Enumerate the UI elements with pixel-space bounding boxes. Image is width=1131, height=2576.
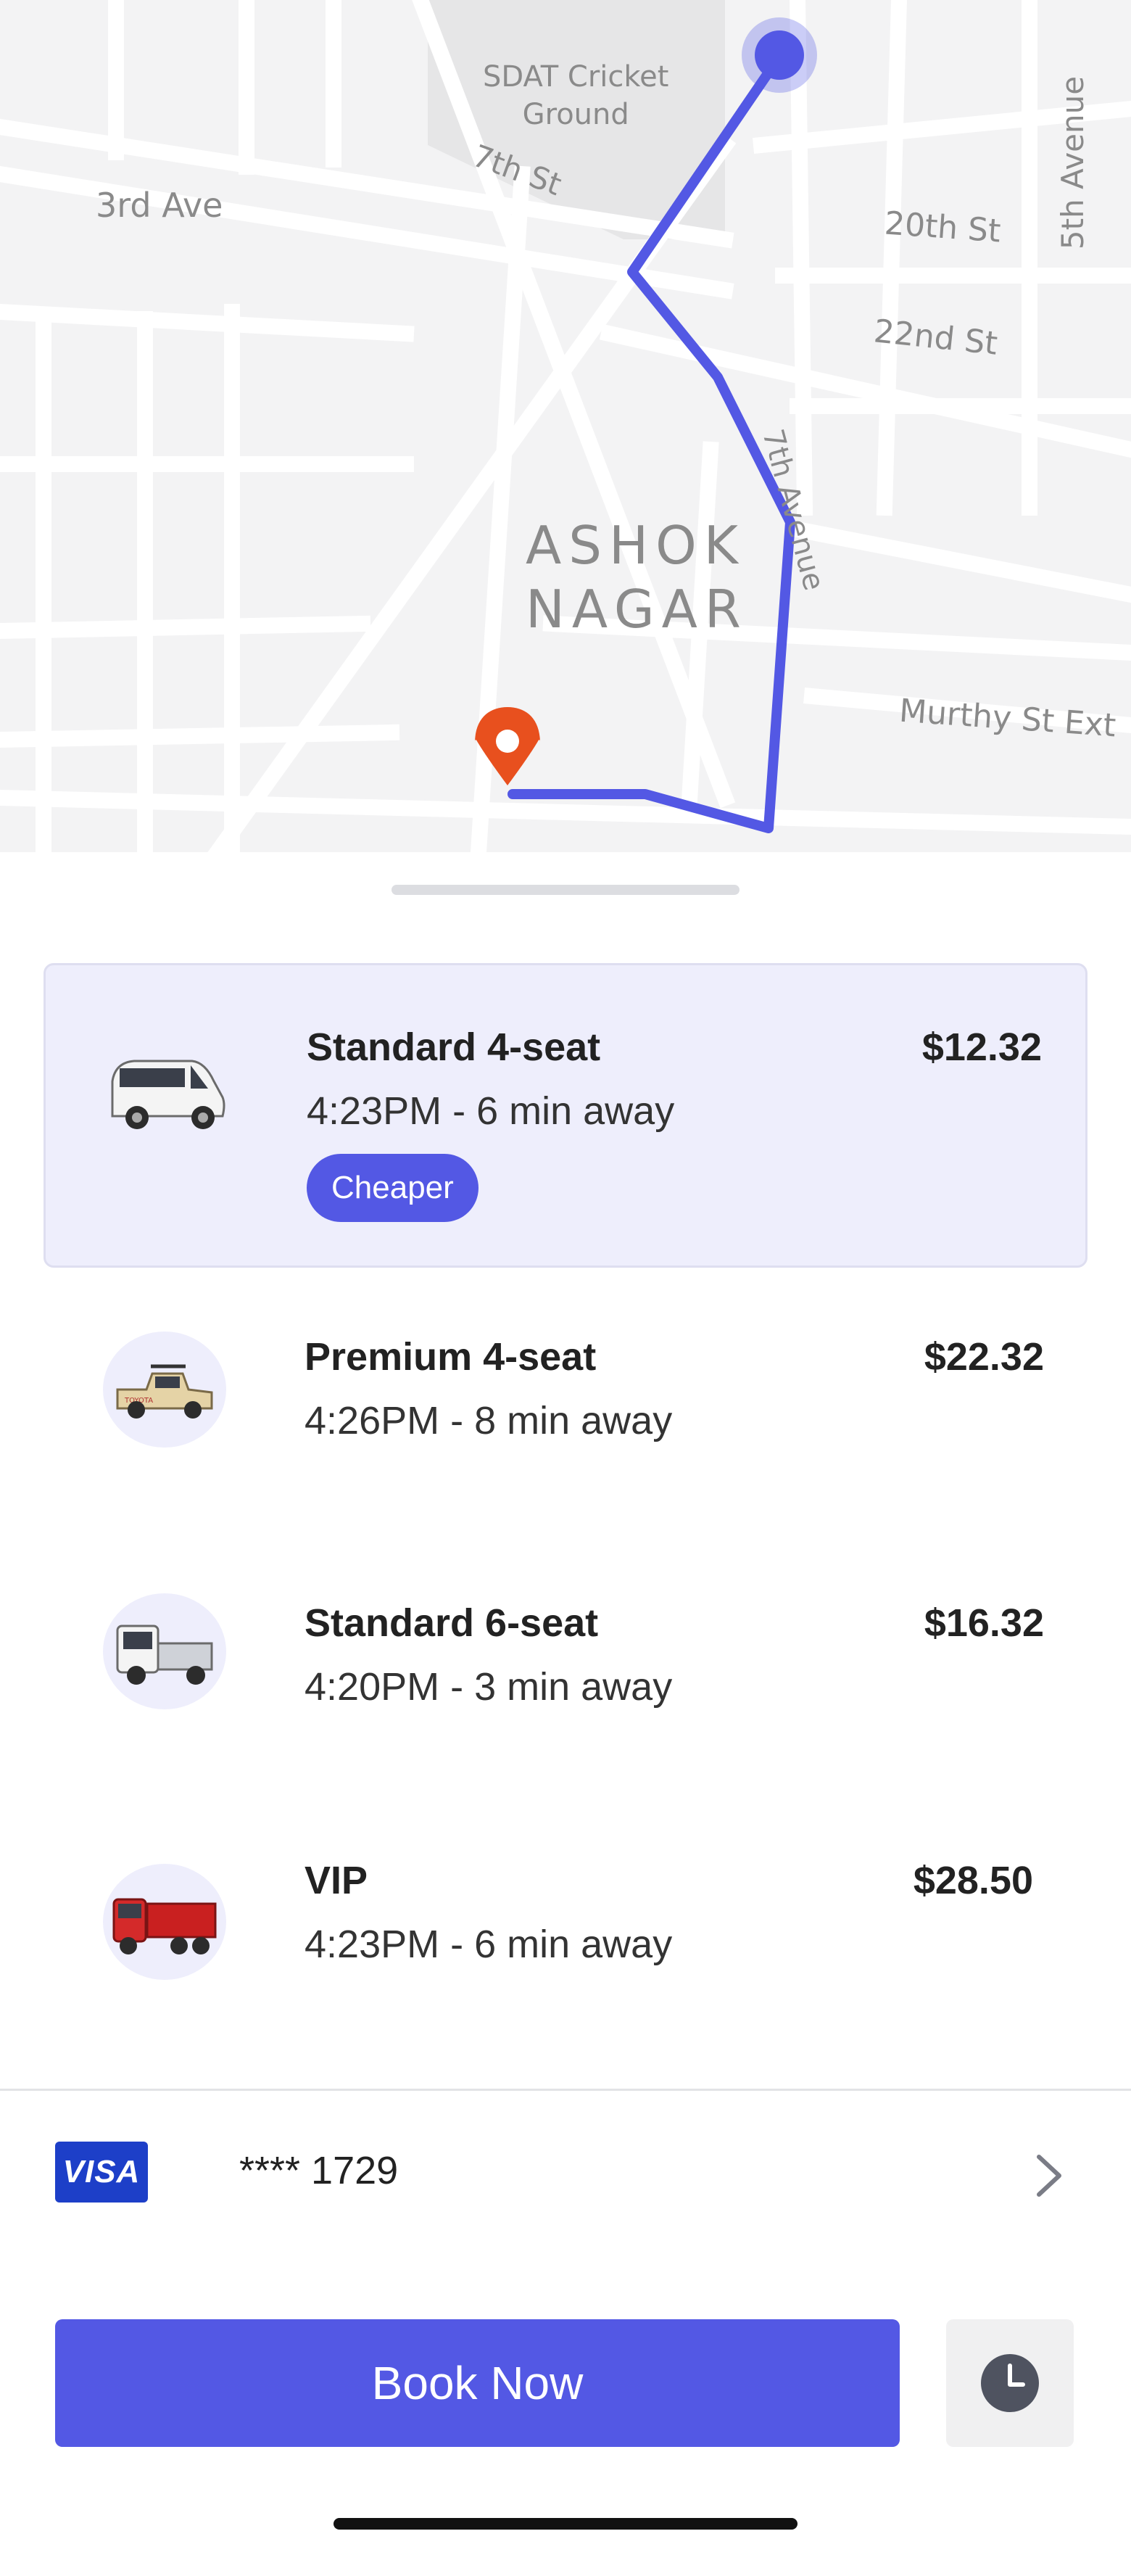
ride-price: $16.32 (924, 1601, 1044, 1645)
card-number: **** 1729 (239, 2149, 399, 2192)
ride-eta: 4:23PM - 6 min away (304, 1923, 673, 1966)
ride-option-standard-6-seat[interactable]: Standard 6-seat 4:20PM - 3 min away $16.… (44, 1541, 1088, 1788)
ride-name: Premium 4-seat (304, 1335, 597, 1379)
visa-logo-icon: VISA (55, 2142, 148, 2203)
schedule-button[interactable] (946, 2319, 1074, 2447)
chevron-right-icon[interactable] (1019, 2147, 1077, 2205)
book-now-button[interactable]: Book Now (55, 2319, 900, 2447)
map-label-sdat: SDAT Cricket Ground (483, 60, 669, 131)
ride-eta: 4:23PM - 6 min away (307, 1089, 675, 1133)
ride-price: $28.50 (913, 1859, 1033, 1902)
payment-divider (0, 2089, 1131, 2091)
ride-price: $22.32 (924, 1335, 1044, 1379)
cheaper-badge: Cheaper (307, 1154, 478, 1222)
map-label-3rd-ave: 3rd Ave (96, 186, 223, 225)
ride-name: VIP (304, 1859, 368, 1902)
ride-price: $12.32 (921, 1025, 1042, 1069)
dump-truck-icon (103, 1864, 226, 1980)
map-label-ashok: ASHOK (526, 515, 745, 576)
ride-eta: 4:26PM - 8 min away (304, 1399, 673, 1442)
map-view[interactable]: SDAT Cricket Ground 3rd Ave 7th St 20th … (0, 0, 1131, 852)
map-label-nagar: NAGAR (526, 579, 748, 640)
sheet-drag-handle[interactable] (392, 885, 740, 895)
pickup-truck-icon: TOYOTA (103, 1332, 226, 1448)
map-label-5th-avenue: 5th Avenue (1055, 75, 1091, 250)
ride-option-standard-4-seat[interactable]: Standard 4-seat 4:23PM - 6 min away $12.… (44, 963, 1088, 1268)
ride-name: Standard 4-seat (307, 1025, 601, 1069)
origin-dot (755, 30, 804, 80)
ride-option-vip[interactable]: VIP 4:23PM - 6 min away $28.50 (44, 1807, 1088, 2054)
ride-option-premium-4-seat[interactable]: TOYOTA Premium 4-seat 4:26PM - 8 min awa… (44, 1275, 1088, 1522)
ride-name: Standard 6-seat (304, 1601, 599, 1645)
van-icon (105, 1038, 228, 1154)
light-truck-icon (103, 1593, 226, 1709)
home-indicator (334, 2518, 798, 2530)
ride-eta: 4:20PM - 3 min away (304, 1665, 673, 1709)
clock-icon (981, 2354, 1039, 2412)
